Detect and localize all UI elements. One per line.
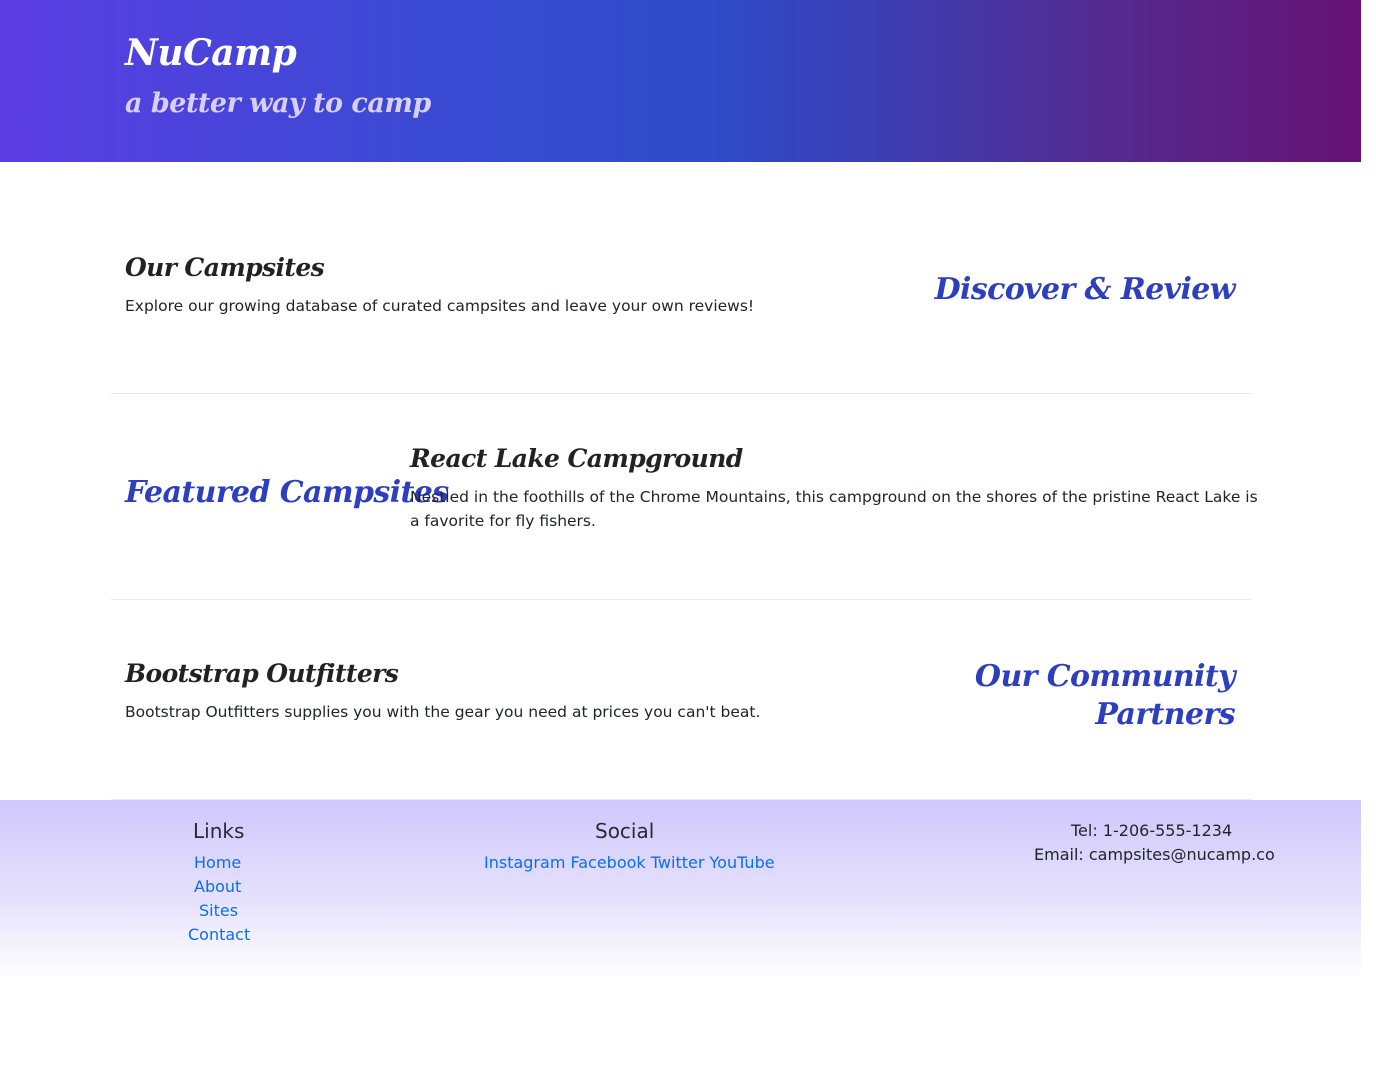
community-partners-heading: Our Community Partners: [974, 658, 1236, 734]
featured-campsites-heading: Featured Campsites: [125, 475, 449, 510]
campsites-description: Explore our growing database of curated …: [125, 297, 755, 315]
footer-link-home[interactable]: Home: [194, 853, 241, 872]
partner-title: Bootstrap Outfitters: [125, 659, 399, 688]
campsites-title: Our Campsites: [125, 253, 325, 282]
community-partners-heading-line1: Our Community: [974, 659, 1236, 694]
footer-phone[interactable]: Tel: 1-206-555-1234: [1071, 821, 1232, 840]
partner-description: Bootstrap Outfitters supplies you with t…: [125, 703, 761, 721]
social-link-youtube[interactable]: YouTube: [710, 853, 775, 872]
footer-link-contact[interactable]: Contact: [188, 925, 250, 944]
footer-email[interactable]: Email: campsites@nucamp.co: [1034, 845, 1275, 864]
footer-link-sites[interactable]: Sites: [199, 901, 238, 920]
community-partners-heading-line2: Partners: [1095, 697, 1235, 732]
social-link-twitter[interactable]: Twitter: [651, 853, 705, 872]
brand-title: NuCamp: [125, 32, 297, 74]
social-link-facebook[interactable]: Facebook: [571, 853, 646, 872]
social-link-instagram[interactable]: Instagram: [484, 853, 565, 872]
section-divider: [111, 393, 1251, 394]
discover-review-heading: Discover & Review: [934, 272, 1236, 307]
brand-tagline: a better way to camp: [125, 88, 431, 119]
footer-social-links: Instagram Facebook Twitter YouTube: [484, 853, 775, 872]
header-jumbotron: NuCamp a better way to camp: [0, 0, 1361, 162]
footer-link-about[interactable]: About: [194, 877, 241, 896]
section-divider: [111, 599, 1251, 600]
featured-campsite-description-line1: Nestled in the foothills of the Chrome M…: [410, 488, 1258, 506]
footer-links-heading: Links: [193, 819, 245, 843]
site-footer: Links Home About Sites Contact Social In…: [0, 800, 1361, 980]
featured-campsite-title: React Lake Campground: [410, 444, 743, 473]
footer-social-heading: Social: [595, 819, 655, 843]
featured-campsite-description-line2: a favorite for fly fishers.: [410, 512, 596, 530]
